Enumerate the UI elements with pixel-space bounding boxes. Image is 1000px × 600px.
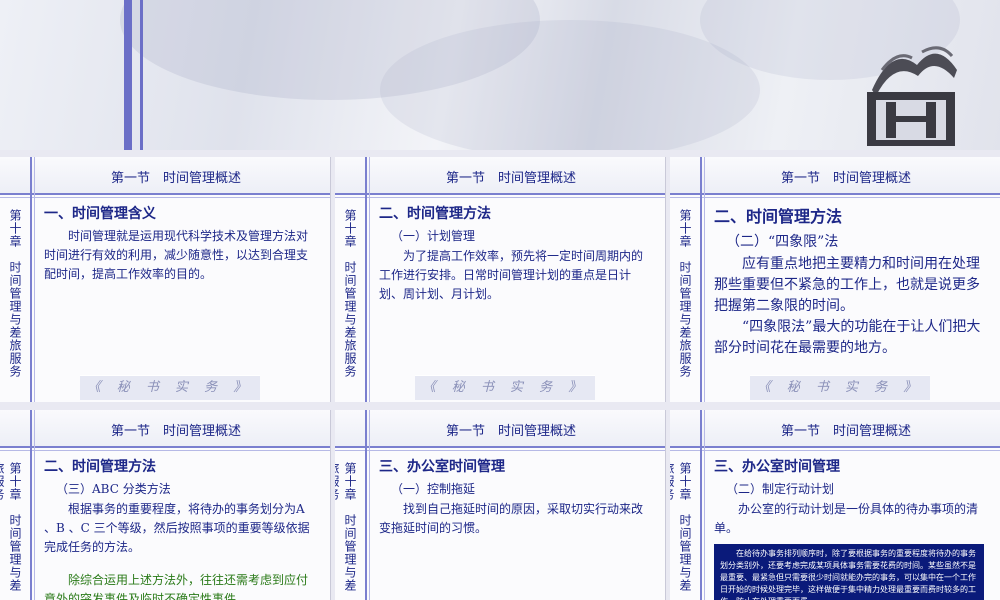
body-text: 找到自己拖延时间的原因，采取切实行动来改变拖延时间的习惯。 xyxy=(379,502,644,535)
slide-title: 第一节 时间管理概述 xyxy=(780,171,911,186)
subsection-heading: （三）ABC 分类方法 xyxy=(56,482,171,496)
slide-6: 第一节 时间管理概述 第十章 时间管理与差旅服务 三、办公室时间管理 （二）制定… xyxy=(670,410,1000,600)
section-heading: 三、办公室时间管理 xyxy=(379,459,505,475)
chapter-label: 第十章 时间管理与差旅服务 xyxy=(335,462,357,592)
chapter-label: 第十章 时间管理与差旅服务 xyxy=(678,209,692,378)
body-text: 根据事务的重要程度，将待办的事务划分为A 、B 、C 三个等级，然后按照事项的重… xyxy=(44,502,310,554)
body-text: 时间管理就是运用现代科学技术及管理方法对时间进行有效的利用，减少随意性，以达到合… xyxy=(44,229,309,281)
slide-footer: 《 秘 书 实 务 》 xyxy=(415,375,595,400)
subsection-heading: （一）计划管理 xyxy=(391,229,476,243)
chapter-label: 第十章 时间管理与差旅服务 xyxy=(343,209,357,378)
chapter-label: 第十章 时间管理与差旅服务 xyxy=(670,462,692,592)
body-text: 为了提高工作效率，预先将一定时间周期内的工作进行安排。日常时间管理计划的重点是日… xyxy=(379,249,644,301)
section-heading: 二、时间管理方法 xyxy=(44,459,156,475)
chapter-label: 第十章 时间管理与差旅服务 xyxy=(0,462,22,592)
banner-bar xyxy=(140,0,143,150)
subsection-heading: （二）制定行动计划 xyxy=(726,482,835,496)
section-heading: 三、办公室时间管理 xyxy=(714,459,840,475)
slide-5: 第一节 时间管理概述 第十章 时间管理与差旅服务 三、办公室时间管理 （一）控制… xyxy=(335,410,666,600)
body-text: 应有重点地把主要精力和时间用在处理那些重要但不紧急的工作上，也就是说更多把握第二… xyxy=(714,256,980,314)
subsection-heading: （一）控制拖延 xyxy=(391,482,476,496)
slide-2: 第一节 时间管理概述 第十章 时间管理与差旅服务 二、时间管理方法 （一）计划管… xyxy=(335,157,666,402)
slide-title: 第一节 时间管理概述 xyxy=(110,424,241,439)
slide-title: 第一节 时间管理概述 xyxy=(780,424,911,439)
slide-1: 第一节 时间管理概述 第十章 时间管理与差旅服务 一、时间管理含义 时间管理就是… xyxy=(0,157,331,402)
slide-title: 第一节 时间管理概述 xyxy=(445,171,576,186)
slide-footer: 《 秘 书 实 务 》 xyxy=(80,375,260,400)
book-logo-icon xyxy=(867,46,957,146)
chapter-label: 第十章 时间管理与差旅服务 xyxy=(8,209,22,378)
slide-footer: 《 秘 书 实 务 》 xyxy=(750,375,930,400)
section-heading: 二、时间管理方法 xyxy=(379,206,491,222)
section-heading: 二、时间管理方法 xyxy=(714,207,843,226)
subsection-heading: （二）“四象限”法 xyxy=(726,234,839,250)
slide-3: 第一节 时间管理概述 第十章 时间管理与差旅服务 二、时间管理方法 （二）“四象… xyxy=(670,157,1000,402)
body-text-2: “四象限法”最大的功能在于让人们把大部分时间花在最需要的地方。 xyxy=(714,319,981,356)
banner-bar xyxy=(124,0,132,150)
highlight-box: 在给待办事务排列顺序时，除了要根据事务的重要程度将待办的事务划分类别外，还要考虑… xyxy=(714,544,984,600)
slide-title: 第一节 时间管理概述 xyxy=(110,171,241,186)
body-text-2: 除综合运用上述方法外，往往还需考虑到应付意外的突发事件及临时不确定性事件。 xyxy=(44,573,309,600)
slide-4: 第一节 时间管理概述 第十章 时间管理与差旅服务 二、时间管理方法 （三）ABC… xyxy=(0,410,331,600)
slide-title: 第一节 时间管理概述 xyxy=(445,424,576,439)
body-text: 办公室的行动计划是一份具体的待办事项的清单。 xyxy=(714,502,979,535)
header-banner xyxy=(0,0,1000,150)
section-heading: 一、时间管理含义 xyxy=(44,206,156,222)
